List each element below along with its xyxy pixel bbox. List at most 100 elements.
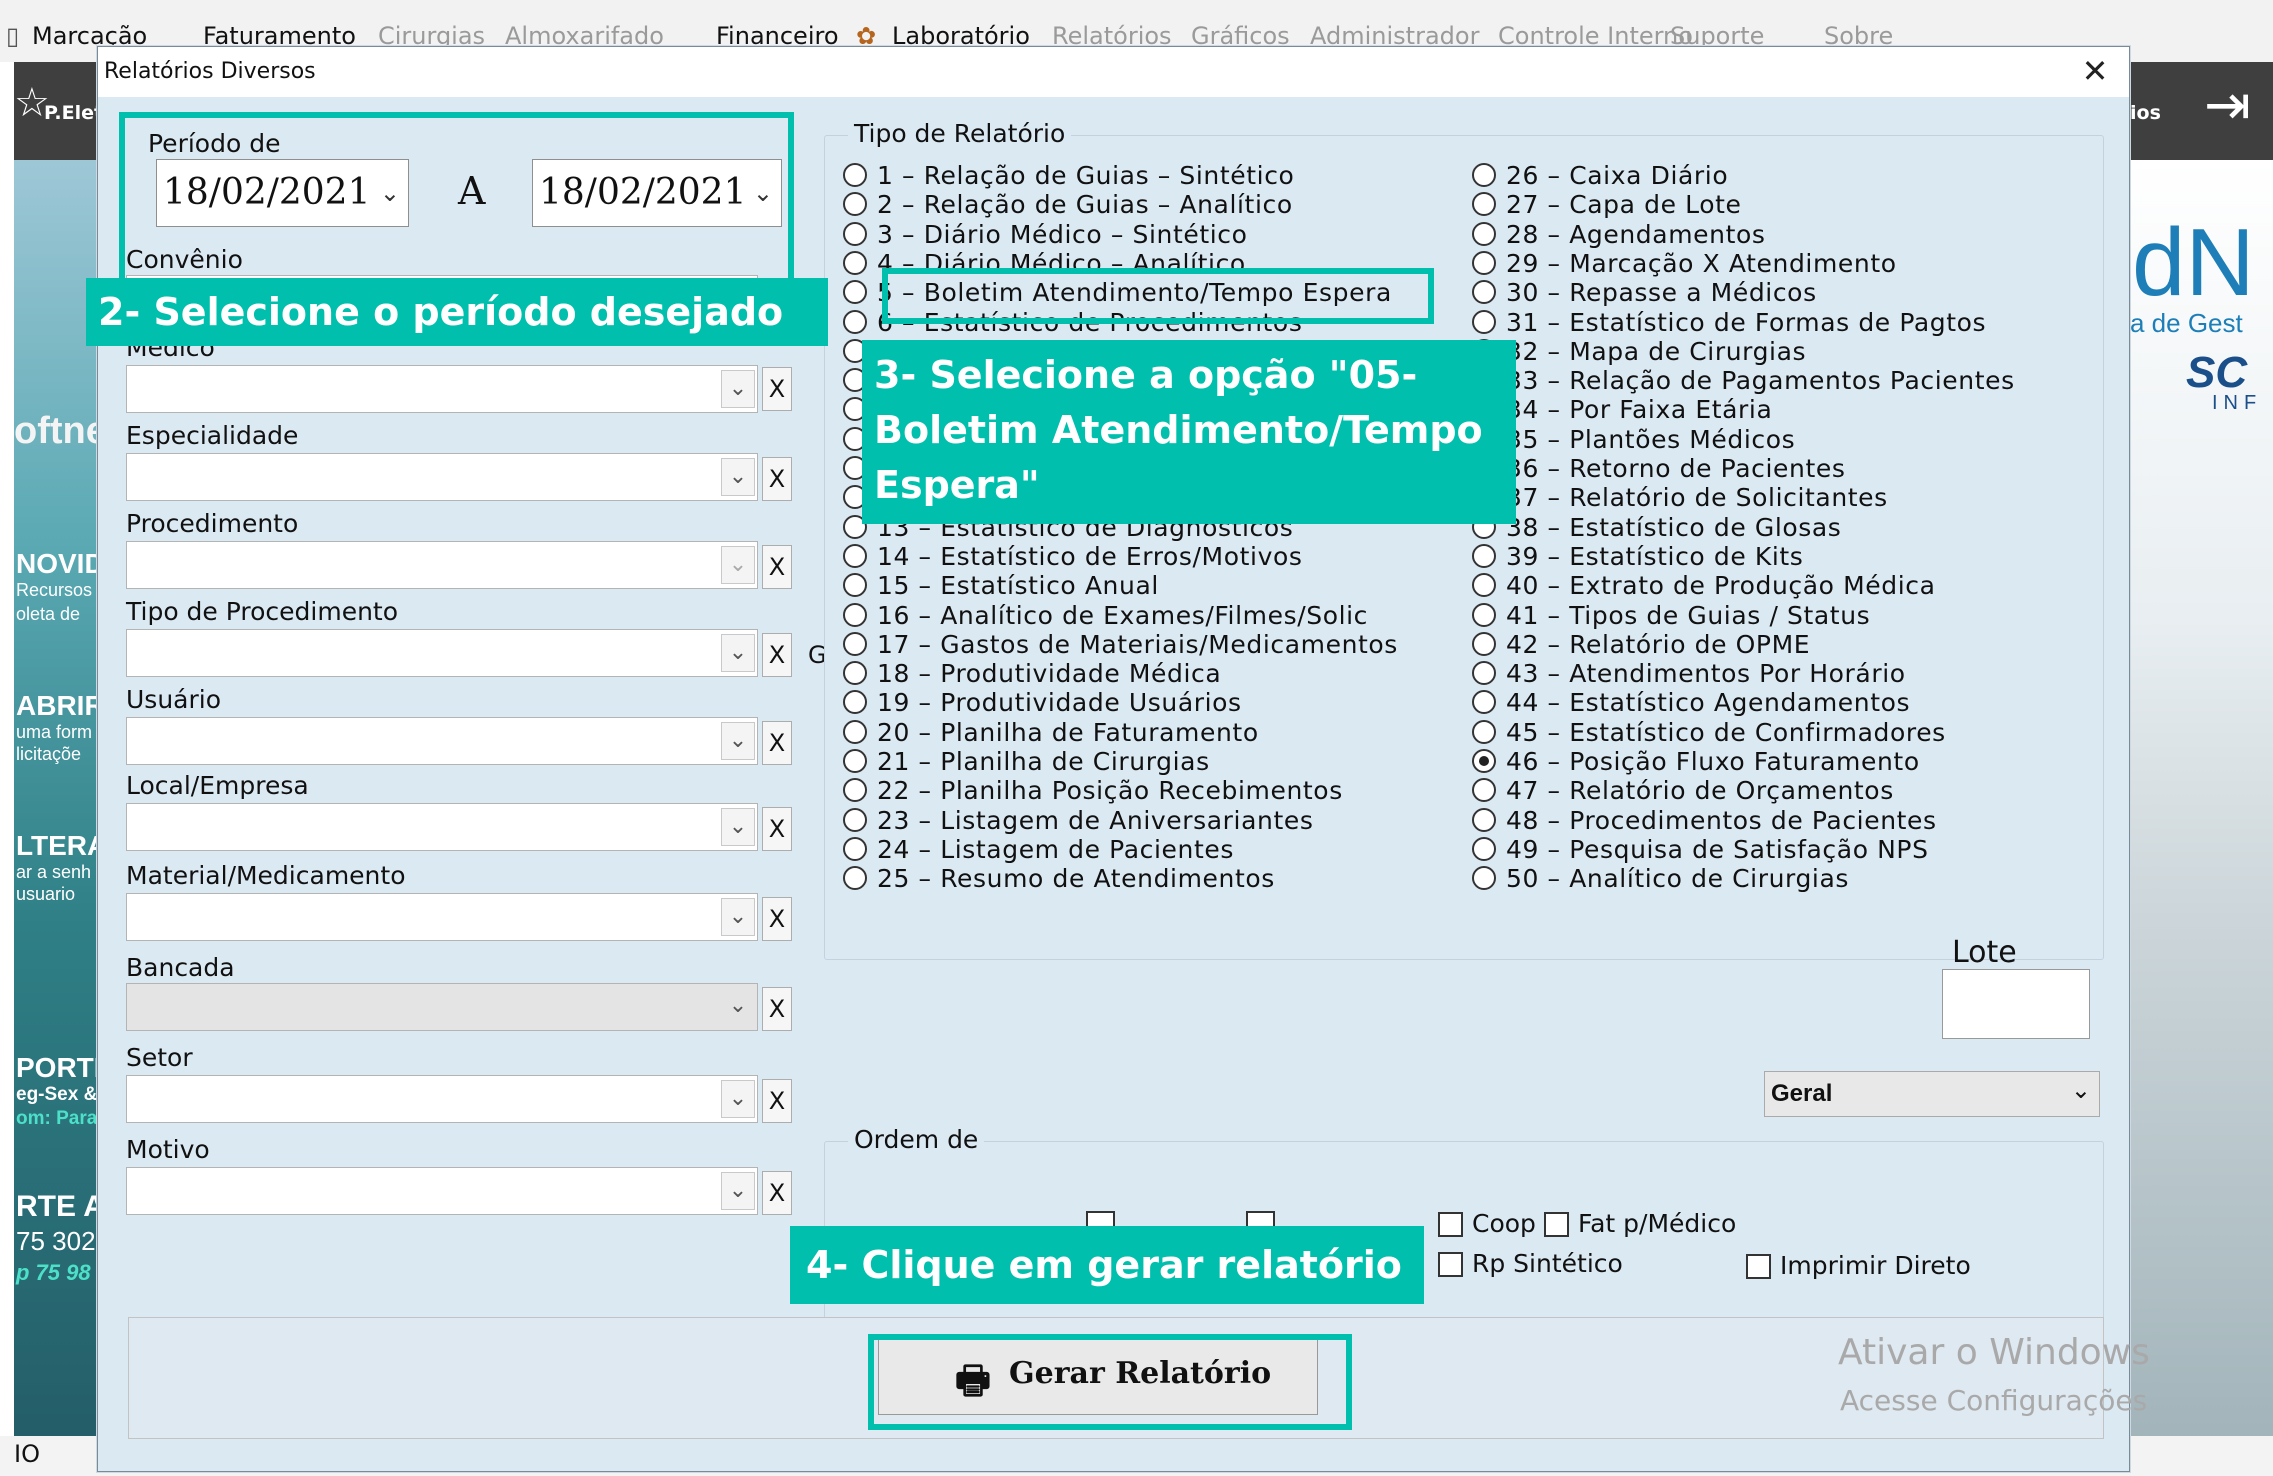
procedimento-clear-button[interactable]: X (762, 545, 792, 589)
report-option-label: 26 – Caixa Diário (1506, 161, 1729, 190)
radio-button[interactable] (1472, 866, 1496, 890)
bancada-clear-button[interactable]: X (762, 987, 792, 1031)
logout-icon[interactable]: ⇥ (2204, 76, 2251, 136)
chevron-down-icon[interactable]: ⌄ (721, 1172, 755, 1210)
report-option-label: 42 – Relatório de OPME (1506, 630, 1811, 659)
activation-watermark-subtitle: Acesse Configurações (1840, 1384, 2148, 1417)
chevron-down-icon[interactable]: ⌄ (721, 546, 755, 584)
tipo-procedimento-label: Tipo de Procedimento (126, 597, 399, 626)
report-option-label: 3 – Diário Médico – Sintético (877, 220, 1248, 249)
radio-button[interactable] (843, 808, 867, 832)
chevron-down-icon[interactable]: ⌄ (721, 722, 755, 760)
radio-button[interactable] (843, 573, 867, 597)
radio-button[interactable] (843, 778, 867, 802)
radio-button[interactable] (843, 632, 867, 656)
usuario-clear-button[interactable]: X (762, 721, 792, 765)
radio-button[interactable] (843, 720, 867, 744)
chevron-down-icon[interactable]: ⌄ (721, 458, 755, 496)
annotation-step-3: 3- Selecione a opção "05- Boletim Atendi… (862, 340, 1516, 524)
chevron-down-icon[interactable]: ⌄ (721, 1080, 755, 1118)
radio-button[interactable] (1472, 310, 1496, 334)
radio-button[interactable] (1472, 544, 1496, 568)
report-option-label: 1 – Relação de Guias – Sintético (877, 161, 1295, 190)
lote-label: Lote (1952, 935, 2017, 970)
setor-clear-button[interactable]: X (762, 1079, 792, 1123)
motivo-combo[interactable]: ⌄ (126, 1167, 758, 1215)
radio-button[interactable] (843, 192, 867, 216)
report-option-label: 50 – Analítico de Cirurgias (1506, 864, 1850, 893)
chevron-down-icon[interactable]: ⌄ (721, 634, 755, 672)
report-option-label: 19 – Produtividade Usuários (877, 688, 1242, 717)
toolbar-right-label[interactable]: ios (2130, 102, 2161, 124)
radio-button[interactable] (1472, 837, 1496, 861)
radio-button[interactable] (1472, 778, 1496, 802)
radio-button[interactable] (1472, 573, 1496, 597)
radio-button[interactable] (843, 749, 867, 773)
annotation-step-3-line: 3- Selecione a opção "05- (874, 353, 1418, 397)
radio-button[interactable] (843, 661, 867, 685)
especialidade-combo[interactable]: ⌄ (126, 453, 758, 501)
bg-text: om: Para (16, 1108, 98, 1129)
radio-button[interactable] (1472, 280, 1496, 304)
geral-select[interactable]: Geral ⌄ (1764, 1071, 2100, 1117)
radio-button[interactable] (1472, 222, 1496, 246)
radio-button[interactable] (1472, 251, 1496, 275)
radio-button[interactable] (1472, 632, 1496, 656)
radio-button[interactable] (843, 603, 867, 627)
chevron-down-icon[interactable]: ⌄ (721, 988, 755, 1026)
material-label: Material/Medicamento (126, 861, 406, 890)
procedimento-label: Procedimento (126, 509, 299, 538)
report-option-label: 2 – Relação de Guias – Analítico (877, 190, 1293, 219)
report-option-label: 28 – Agendamentos (1506, 220, 1766, 249)
radio-button[interactable] (1472, 661, 1496, 685)
radio-button[interactable] (843, 837, 867, 861)
setor-combo[interactable]: ⌄ (126, 1075, 758, 1123)
report-option-label: 40 – Extrato de Produção Médica (1506, 571, 1936, 600)
chevron-down-icon[interactable]: ⌄ (721, 370, 755, 408)
bg-text: licitaçõe (16, 744, 82, 764)
especialidade-label: Especialidade (126, 421, 299, 450)
annotation-step-4: 4- Clique em gerar relatório (790, 1226, 1424, 1304)
radio-button[interactable] (843, 251, 867, 275)
local-empresa-clear-button[interactable]: X (762, 807, 792, 851)
radio-button[interactable] (843, 280, 867, 304)
local-empresa-combo[interactable]: ⌄ (126, 803, 758, 851)
highlight-period (119, 112, 794, 288)
bancada-combo[interactable]: ⌄ (126, 983, 758, 1031)
report-option-label: 20 – Planilha de Faturamento (877, 718, 1259, 747)
usuario-combo[interactable]: ⌄ (126, 717, 758, 765)
motivo-clear-button[interactable]: X (762, 1171, 792, 1215)
radio-button[interactable] (843, 310, 867, 334)
radio-button[interactable] (1472, 720, 1496, 744)
medico-combo[interactable]: ⌄ (126, 365, 758, 413)
report-option-label: 30 – Repasse a Médicos (1506, 278, 1817, 307)
radio-button[interactable] (1472, 808, 1496, 832)
procedimento-combo[interactable]: ⌄ (126, 541, 758, 589)
report-option-label: 24 – Listagem de Pacientes (877, 835, 1234, 864)
material-clear-button[interactable]: X (762, 897, 792, 941)
chevron-down-icon[interactable]: ⌄ (721, 898, 755, 936)
radio-button[interactable] (1472, 690, 1496, 714)
radio-button[interactable] (1472, 163, 1496, 187)
close-button[interactable]: ✕ (2075, 53, 2115, 89)
material-combo[interactable]: ⌄ (126, 893, 758, 941)
radio-button[interactable] (1472, 603, 1496, 627)
tipo-procedimento-combo[interactable]: ⌄ (126, 629, 758, 677)
lote-input[interactable] (1942, 969, 2090, 1039)
radio-button[interactable] (843, 222, 867, 246)
activation-watermark-title: Ativar o Windows (1838, 1332, 2150, 1373)
radio-button[interactable] (1472, 749, 1496, 773)
radio-button[interactable] (843, 163, 867, 187)
toolbar-left-label[interactable]: P.Elet (44, 102, 103, 124)
chevron-down-icon[interactable]: ⌄ (2071, 1076, 2091, 1104)
radio-button[interactable] (843, 866, 867, 890)
medico-clear-button[interactable]: X (762, 367, 792, 411)
radio-button[interactable] (843, 544, 867, 568)
chevron-down-icon[interactable]: ⌄ (721, 808, 755, 846)
report-option-label: 44 – Estatístico Agendamentos (1506, 688, 1911, 717)
radio-button[interactable] (1472, 192, 1496, 216)
tipo-procedimento-clear-button[interactable]: X (762, 633, 792, 677)
radio-button[interactable] (843, 690, 867, 714)
annotation-step-3-line: Boletim Atendimento/Tempo (874, 408, 1483, 452)
especialidade-clear-button[interactable]: X (762, 457, 792, 501)
